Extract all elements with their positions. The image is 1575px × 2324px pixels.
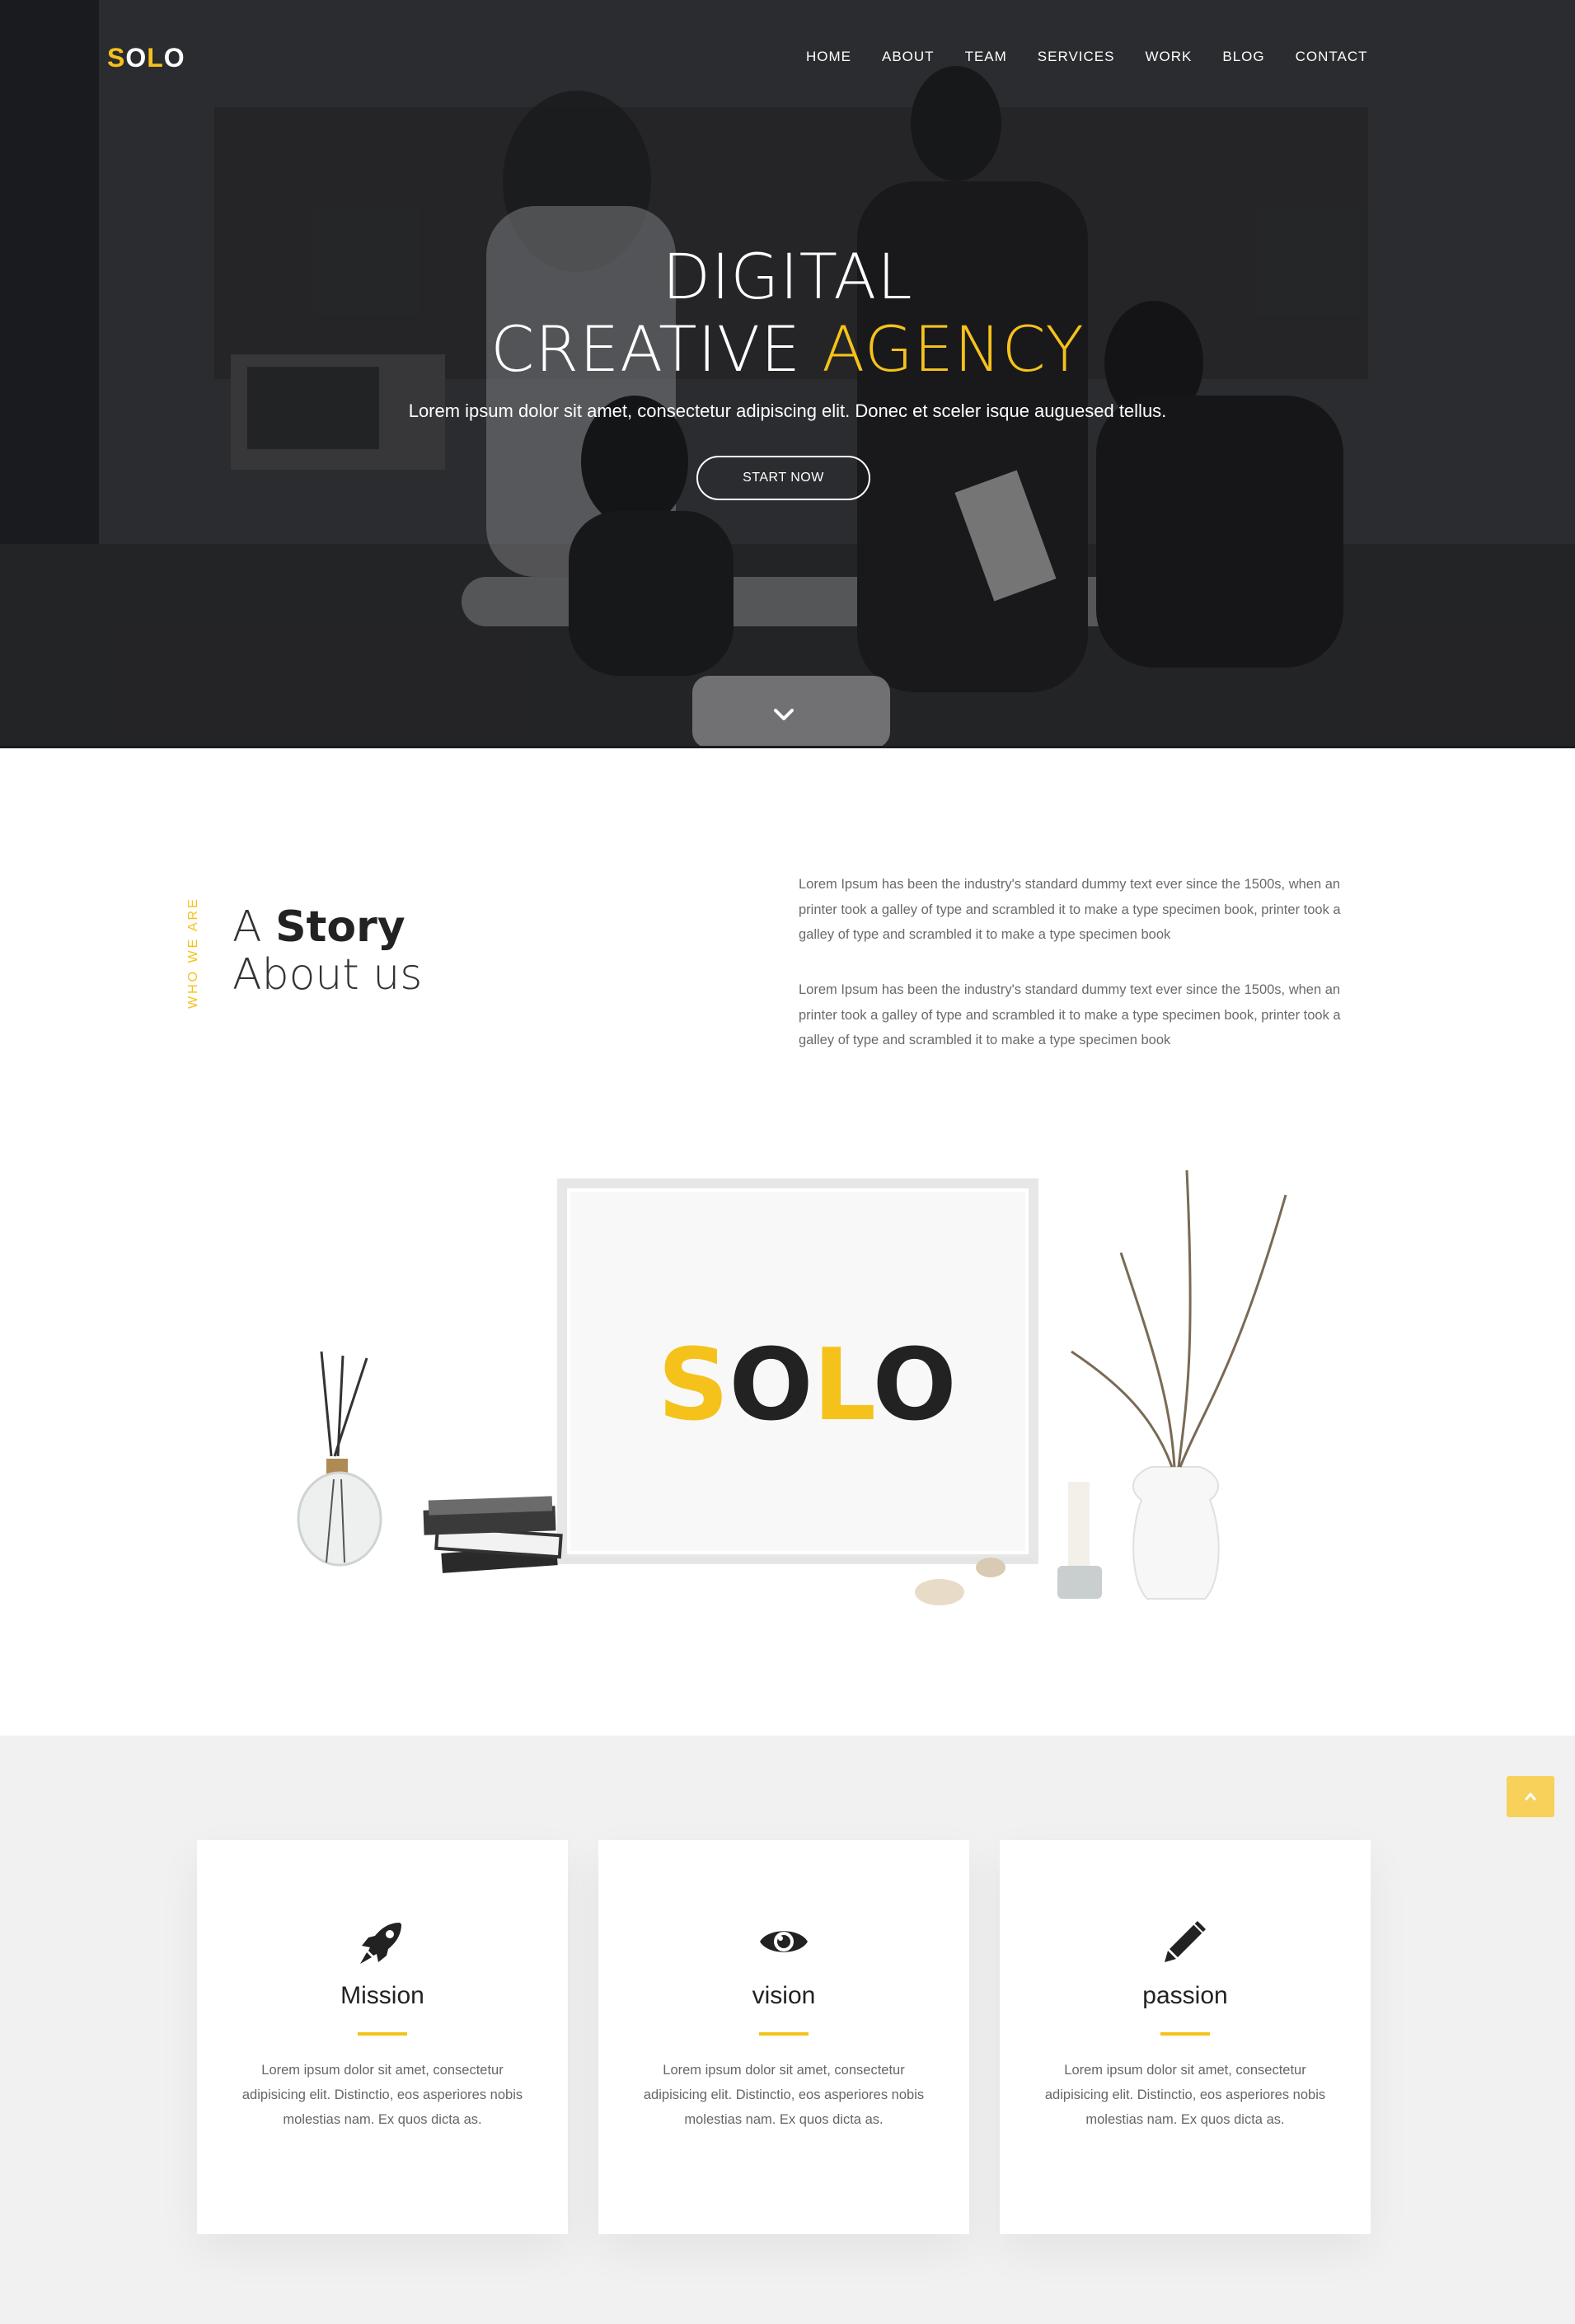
nav-services[interactable]: SERVICES — [1038, 49, 1115, 65]
story-paragraph: Lorem Ipsum has been the industry's stan… — [799, 982, 1341, 1047]
chevron-up-icon — [1525, 1792, 1536, 1801]
story-paragraph: Lorem Ipsum has been the industry's stan… — [799, 877, 1341, 942]
hero-title: DIGITAL CREATIVE AGENCY — [0, 241, 1575, 386]
feature-text: Lorem ipsum dolor sit amet, consectetur … — [1044, 2063, 1326, 2127]
feature-text: Lorem ipsum dolor sit amet, consectetur … — [643, 2063, 925, 2127]
nav-work[interactable]: WORK — [1145, 49, 1192, 65]
nav-team[interactable]: TEAM — [965, 49, 1007, 65]
chevron-down-icon[interactable] — [773, 707, 795, 722]
mockup-image: SOLO — [297, 1169, 1287, 1605]
feature-title: Mission — [340, 1982, 424, 2009]
feature-card-vision: vision Lorem ipsum dolor sit amet, conse… — [598, 1840, 969, 2234]
feature-title: passion — [1142, 1982, 1228, 2009]
logo-letter: O — [163, 43, 185, 73]
feature-card-passion: passion Lorem ipsum dolor sit amet, cons… — [1000, 1840, 1371, 2234]
frame-logo: SOLO — [658, 1328, 957, 1443]
title-underline — [358, 2032, 407, 2036]
hero-subtitle: Lorem ipsum dolor sit amet, consectetur … — [408, 401, 1167, 421]
site-logo[interactable]: SOLO — [107, 43, 185, 73]
nav-home[interactable]: HOME — [806, 49, 851, 65]
pencil-icon — [1165, 1921, 1206, 1962]
nav-contact[interactable]: CONTACT — [1296, 49, 1368, 65]
title-underline — [1160, 2032, 1210, 2036]
nav-blog[interactable]: BLOG — [1222, 49, 1264, 65]
logo-letter: L — [147, 43, 164, 73]
story-title-bold: Story — [275, 902, 405, 952]
feature-text: Lorem ipsum dolor sit amet, consectetur … — [241, 2063, 523, 2127]
logo-letter: S — [107, 43, 126, 73]
feature-title: vision — [752, 1982, 816, 2009]
story-title: A Story About us — [232, 903, 422, 999]
story-title-light: A — [232, 902, 262, 952]
start-now-button[interactable]: START NOW — [696, 456, 870, 500]
logo-letter: O — [125, 43, 148, 73]
hero-title-white: CREATIVE — [490, 312, 802, 386]
nav-about[interactable]: ABOUT — [882, 49, 935, 65]
story-title-light: About us — [232, 950, 423, 1000]
main-nav: HOME ABOUT TEAM SERVICES WORK BLOG CONTA… — [806, 49, 1399, 65]
feature-card-mission: Mission Lorem ipsum dolor sit amet, cons… — [197, 1840, 568, 2234]
who-we-are-label: WHO WE ARE — [186, 897, 200, 1009]
hero-title-line1: DIGITAL — [662, 240, 913, 313]
title-underline — [759, 2032, 809, 2036]
back-to-top-button[interactable] — [1507, 1776, 1554, 1817]
hero-title-accent: AGENCY — [822, 312, 1085, 386]
rocket-icon — [360, 1923, 401, 1964]
hero-divider — [0, 746, 1575, 748]
eye-icon — [760, 1931, 808, 1952]
hero-title-line2: CREATIVE AGENCY — [0, 313, 1575, 386]
